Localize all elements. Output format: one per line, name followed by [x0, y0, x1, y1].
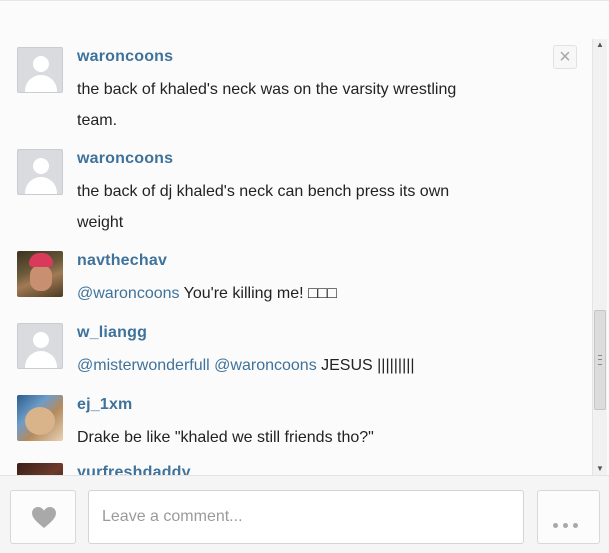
default-user-avatar-icon[interactable]: [17, 47, 63, 93]
comment-mention[interactable]: @waroncoons: [77, 285, 180, 302]
comment-username[interactable]: yurfreshdaddy: [77, 463, 191, 475]
heart-icon: [32, 507, 56, 528]
comment-body: JESUS |||||||||: [316, 357, 415, 374]
comment-text: the back of khaled's neck was on the var…: [77, 74, 567, 136]
scrollbar[interactable]: ▲ ▼: [592, 39, 607, 475]
comment-text: @misterwonderfull @waroncoons JESUS ||||…: [77, 350, 567, 381]
scroll-down-arrow-icon[interactable]: ▼: [593, 463, 607, 475]
user-avatar[interactable]: [17, 251, 63, 297]
ellipsis-icon: [553, 515, 583, 533]
default-user-avatar-icon[interactable]: [17, 149, 63, 195]
comment-mention[interactable]: @misterwonderfull @waroncoons: [77, 357, 317, 374]
user-avatar[interactable]: [17, 463, 63, 475]
comment-text: the back of dj khaled's neck can bench p…: [77, 176, 567, 238]
default-user-avatar-icon[interactable]: [17, 323, 63, 369]
comment-text: Drake be like "khaled we still friends t…: [77, 422, 567, 453]
close-icon[interactable]: ×: [553, 45, 577, 69]
user-avatar[interactable]: [17, 395, 63, 441]
comment-username[interactable]: waroncoons: [77, 149, 173, 169]
comment-username[interactable]: w_liangg: [77, 323, 147, 343]
comment-text-line: the back of khaled's neck was on the var…: [77, 81, 457, 98]
comment-username[interactable]: waroncoons: [77, 47, 173, 67]
comment-username[interactable]: navthechav: [77, 251, 167, 271]
comment-username[interactable]: ej_1xm: [77, 395, 132, 415]
comment-input[interactable]: [88, 490, 524, 544]
comments-panel: waroncoons the back of khaled's neck was…: [0, 0, 609, 553]
like-button[interactable]: [10, 490, 76, 544]
comment-composer: [0, 475, 609, 553]
comment-body: You're killing me! □□□: [179, 285, 337, 302]
comment-text-line: the back of dj khaled's neck can bench p…: [77, 183, 450, 200]
comment-text-line: team.: [77, 112, 118, 129]
comment-text: @waroncoons You're killing me! □□□: [77, 278, 567, 309]
comment-body: Drake be like "khaled we still friends t…: [77, 429, 374, 446]
comment-list[interactable]: waroncoons the back of khaled's neck was…: [0, 1, 592, 475]
scrollbar-thumb[interactable]: [594, 310, 606, 410]
more-options-button[interactable]: [537, 490, 600, 544]
comment-text-line: weight: [77, 214, 124, 231]
scroll-up-arrow-icon[interactable]: ▲: [593, 39, 607, 51]
grip-icon: [598, 355, 602, 365]
